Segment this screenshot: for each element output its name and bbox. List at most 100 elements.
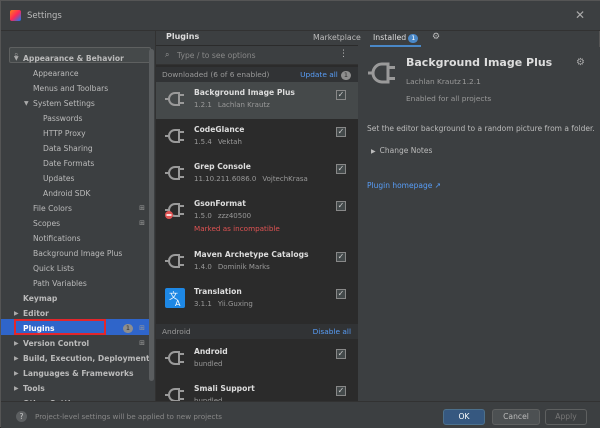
project-scope-icon: ⊞ <box>139 339 145 347</box>
plugin-enable-checkbox[interactable]: ✓ <box>336 127 346 137</box>
plugin-enable-checkbox[interactable]: ✓ <box>336 201 346 211</box>
plugin-version-number: 1.5.4 <box>194 138 212 146</box>
sidebar-item-path-variables[interactable]: Path Variables <box>33 276 151 291</box>
plugin-search-placeholder: Type / to see options <box>177 51 256 60</box>
sidebar-scrollbar[interactable] <box>149 49 154 381</box>
plugin-vendor: Yii.Guxing <box>217 300 253 308</box>
change-notes-toggle[interactable]: ▶ Change Notes <box>371 146 432 155</box>
sidebar-item-label: Android SDK <box>43 189 91 198</box>
cancel-button[interactable]: Cancel <box>492 409 540 425</box>
android-section-header: Android Disable all <box>156 324 359 339</box>
tab-marketplace[interactable]: Marketplace <box>313 31 361 47</box>
sidebar-item-updates[interactable]: Updates <box>43 171 151 186</box>
more-options-icon[interactable]: ⋮ <box>339 49 348 59</box>
plugin-tabs: Marketplace Installed 1 ⚙ <box>313 31 600 47</box>
update-all-link[interactable]: Update all 1 <box>300 67 351 82</box>
plugins-list-pane: Plugins ⌕ Type / to see options ⋮ Downlo… <box>155 31 359 405</box>
sidebar-item-version-control[interactable]: ▶ Version Control ⊞ <box>14 336 151 351</box>
plugin-name: Background Image Plus <box>194 88 295 97</box>
tab-installed[interactable]: Installed 1 <box>370 31 422 47</box>
project-scope-icon: ⊞ <box>139 204 145 212</box>
plugin-row-codeglance[interactable]: CodeGlance 1.5.4 Vektah ✓ <box>156 119 359 156</box>
disable-all-link[interactable]: Disable all <box>313 324 351 339</box>
help-icon[interactable]: ? <box>16 411 27 422</box>
chevron-right-icon[interactable]: ▶ <box>14 351 19 366</box>
apply-button[interactable]: Apply <box>545 409 587 425</box>
plugin-enable-checkbox[interactable]: ✓ <box>336 349 346 359</box>
chevron-right-icon[interactable]: ▶ <box>14 366 19 381</box>
plugin-enable-checkbox[interactable]: ✓ <box>336 386 346 396</box>
plugin-enable-checkbox[interactable]: ✓ <box>336 90 346 100</box>
update-count-badge: 1 <box>340 71 351 80</box>
chevron-right-icon[interactable]: ▶ <box>14 381 19 396</box>
svg-text:A: A <box>175 299 181 308</box>
plugin-author: Lachlan Krautz <box>406 77 461 86</box>
sidebar-item-data-sharing[interactable]: Data Sharing <box>43 141 151 156</box>
plugin-vendor: Dominik Marks <box>217 263 270 271</box>
tab-marketplace-label: Marketplace <box>313 33 361 42</box>
translate-icon: 文A <box>165 288 185 308</box>
gear-icon[interactable]: ⚙ <box>576 57 585 68</box>
sidebar-item-keymap[interactable]: Keymap <box>23 291 151 306</box>
sidebar-item-build-execution-deployment[interactable]: ▶ Build, Execution, Deployment <box>14 351 151 366</box>
android-label: Android <box>162 327 191 336</box>
project-scope-icon: ⊞ <box>139 324 145 332</box>
chevron-down-icon[interactable]: ▼ <box>14 51 19 66</box>
sidebar-item-scopes[interactable]: Scopes ⊞ <box>33 216 151 231</box>
sidebar-item-menus-and-toolbars[interactable]: Menus and Toolbars <box>33 81 151 96</box>
plugin-version: bundled <box>194 360 228 368</box>
downloaded-label: Downloaded (6 of 6 enabled) <box>162 70 270 79</box>
gear-icon[interactable]: ⚙ <box>432 31 440 47</box>
sidebar-item-label: Background Image Plus <box>33 249 123 258</box>
plugin-enable-checkbox[interactable]: ✓ <box>336 164 346 174</box>
sidebar-item-notifications[interactable]: Notifications <box>33 231 151 246</box>
plugin-row-maven-archetype-catalogs[interactable]: Maven Archetype Catalogs 1.4.0 Dominik Mar… <box>156 244 359 281</box>
plugin-name: Maven Archetype Catalogs <box>194 250 309 259</box>
plugin-version: 1.4.0 Dominik Marks <box>194 263 270 271</box>
close-icon[interactable]: ✕ <box>575 8 585 22</box>
sidebar-item-languages-frameworks[interactable]: ▶ Languages & Frameworks <box>14 366 151 381</box>
sidebar-item-label: Updates <box>43 174 75 183</box>
sidebar-item-quick-lists[interactable]: Quick Lists <box>33 261 151 276</box>
sidebar-item-label: Menus and Toolbars <box>33 84 109 93</box>
plugin-icon <box>368 62 395 84</box>
sidebar-item-label: Version Control <box>23 339 90 348</box>
sidebar-item-tools[interactable]: ▶ Tools <box>14 381 151 396</box>
sidebar-item-label: Path Variables <box>33 279 87 288</box>
plugin-error-icon <box>165 203 184 219</box>
sidebar-item-android-sdk[interactable]: Android SDK <box>43 186 151 201</box>
sidebar-item-appearance[interactable]: Appearance <box>33 66 151 81</box>
plugin-icon <box>165 92 184 106</box>
sidebar-item-date-formats[interactable]: Date Formats <box>43 156 151 171</box>
chevron-right-icon: ▶ <box>371 148 376 155</box>
plugin-row-background-image-plus[interactable]: Background Image Plus 1.2.1 Lachlan Krautz… <box>156 82 359 119</box>
sidebar-item-background-image-plus[interactable]: Background Image Plus <box>33 246 151 261</box>
ok-button[interactable]: OK <box>443 409 485 425</box>
chevron-down-icon[interactable]: ▼ <box>24 96 29 111</box>
sidebar-item-appearance-behavior[interactable]: ▼ Appearance & Behavior <box>14 51 151 66</box>
plugin-version-number: 1.4.0 <box>194 263 212 271</box>
footer-hint: Project-level settings will be applied t… <box>35 412 223 421</box>
plugin-enable-checkbox[interactable]: ✓ <box>336 289 346 299</box>
sidebar-item-label: Notifications <box>33 234 81 243</box>
update-all-label: Update all <box>300 70 338 79</box>
sidebar-item-system-settings[interactable]: ▼ System Settings <box>24 96 151 111</box>
plugin-row-android[interactable]: Android bundled ✓ <box>156 341 359 378</box>
plugin-icon <box>165 166 184 180</box>
plugins-highlight-box <box>14 319 106 335</box>
plugin-icon <box>165 254 184 268</box>
sidebar-item-label: Keymap <box>23 294 58 303</box>
plugin-row-translation[interactable]: 文 A Translation 3.1.1 Yii.Guxing ✓ <box>156 281 359 319</box>
plugin-enable-checkbox[interactable]: ✓ <box>336 252 346 262</box>
sidebar-item-http-proxy[interactable]: HTTP Proxy <box>43 126 151 141</box>
chevron-right-icon[interactable]: ▶ <box>14 336 19 351</box>
plugins-update-badge: 1 <box>122 324 133 333</box>
sidebar-item-passwords[interactable]: Passwords <box>43 111 151 126</box>
downloaded-section-header: Downloaded (6 of 6 enabled) Update all 1 <box>156 67 359 82</box>
sidebar-item-file-colors[interactable]: File Colors ⊞ <box>33 201 151 216</box>
plugin-row-grep-console[interactable]: Grep Console 11.10.211.6086.0 VojtechKrasa… <box>156 156 359 193</box>
plugin-row-gsonformat[interactable]: GsonFormat 1.5.0 zzz40500 Marked as incompa… <box>156 193 359 244</box>
plugin-homepage-link[interactable]: Plugin homepage ↗ <box>367 181 441 190</box>
settings-sidebar: ⌕ ▼ Appearance & Behavior Appearance Menus … <box>1 31 155 408</box>
plugin-search-input[interactable]: ⌕ Type / to see options ⋮ <box>156 46 359 65</box>
